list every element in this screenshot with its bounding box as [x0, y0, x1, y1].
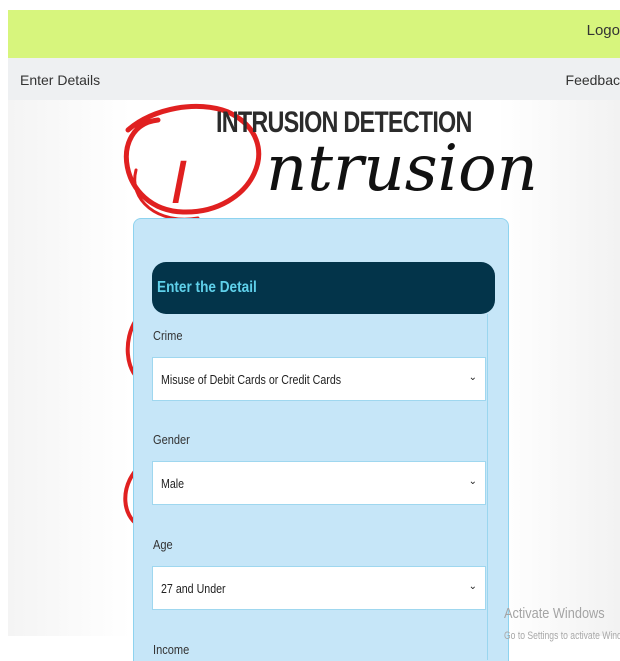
form-header-title: Enter the Detail: [157, 279, 257, 296]
nav-enter-details[interactable]: Enter Details: [20, 72, 100, 88]
income-label: Income: [153, 642, 190, 657]
activate-windows-title: Activate Windows: [504, 605, 605, 622]
age-select-value: 27 and Under: [161, 581, 226, 596]
nav-bar: Enter Details Feedbac: [8, 58, 620, 100]
nav-feedback[interactable]: Feedbac: [566, 72, 620, 88]
age-select[interactable]: 27 and Under ⌄: [152, 566, 486, 610]
crime-label: Crime: [153, 328, 183, 343]
age-label: Age: [153, 537, 173, 552]
form-header: Enter the Detail: [152, 262, 495, 314]
activate-windows-subtitle: Go to Settings to activate Windows.: [504, 630, 620, 642]
page-title: INTRUSION DETECTION: [216, 106, 472, 139]
intrusion-word: ntrusion: [266, 132, 538, 206]
top-bar: Logo: [8, 10, 620, 58]
crime-select[interactable]: Misuse of Debit Cards or Credit Cards ⌄: [152, 357, 486, 401]
gender-select[interactable]: Male ⌄: [152, 461, 486, 505]
intrusion-letter: I: [171, 149, 188, 217]
chevron-down-icon: ⌄: [468, 372, 477, 383]
chevron-down-icon: ⌄: [468, 476, 477, 487]
chevron-down-icon: ⌄: [468, 581, 477, 592]
logout-link[interactable]: Logo: [587, 22, 620, 39]
crime-select-value: Misuse of Debit Cards or Credit Cards: [161, 372, 342, 387]
gender-label: Gender: [153, 432, 190, 447]
gender-select-value: Male: [161, 476, 185, 491]
form-divider: [487, 314, 488, 660]
